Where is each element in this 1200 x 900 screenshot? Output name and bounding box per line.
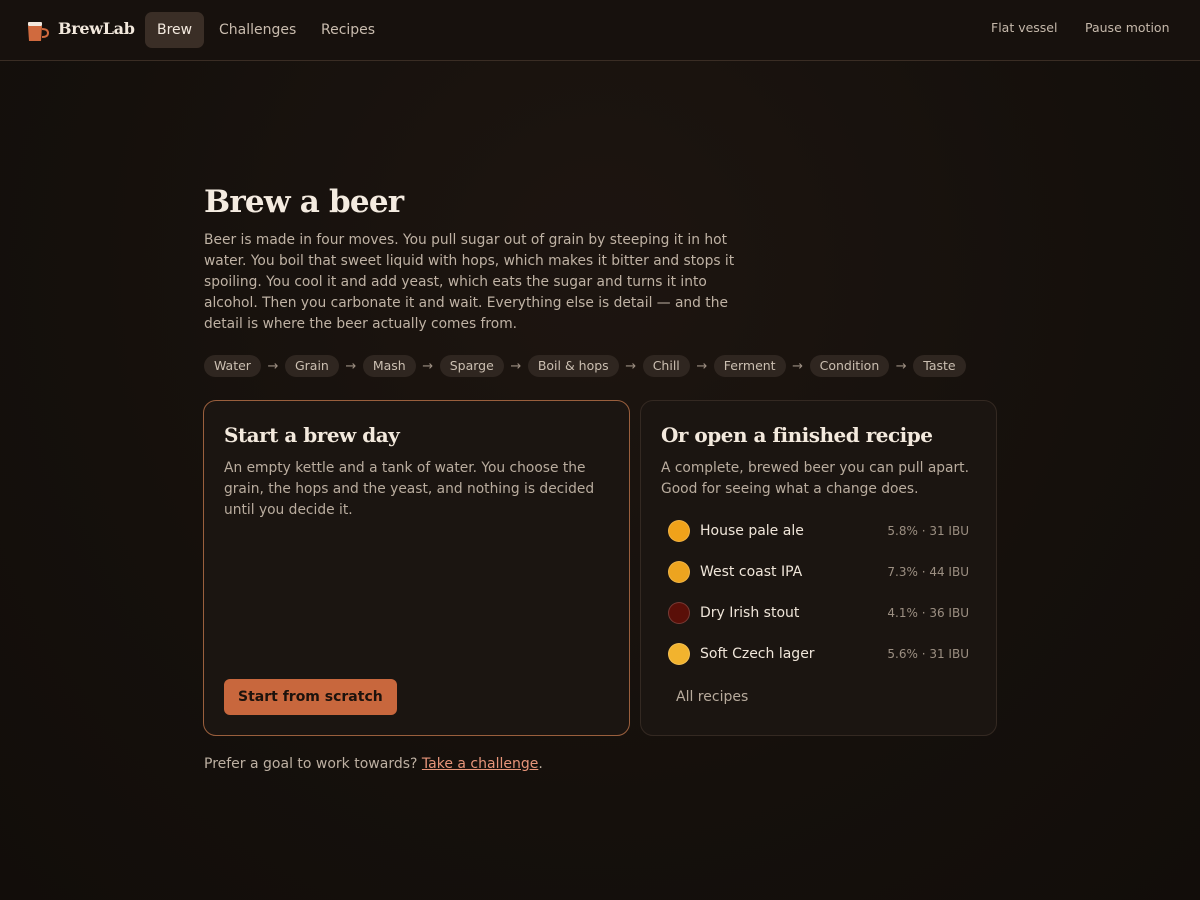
recipe-west-coast-ipa[interactable]: West coast IPA 7.3% · 44 IBU — [661, 551, 977, 592]
step-mash: Mash — [362, 355, 416, 377]
arrow-right-icon: → — [792, 358, 804, 374]
pause-motion-toggle[interactable]: Pause motion — [1085, 20, 1170, 35]
tab-recipes[interactable]: Recipes — [309, 12, 387, 48]
step-ferment: Ferment — [713, 355, 786, 377]
take-challenge-link[interactable]: Take a challenge — [422, 756, 538, 772]
brand-name[interactable]: BrewLab — [58, 19, 135, 38]
beer-mug-icon — [28, 22, 50, 41]
step-chill: Chill — [642, 355, 690, 377]
recipe-card-title: Or open a finished recipe — [661, 423, 933, 447]
beer-color-swatch — [668, 642, 690, 665]
start-brew-day-card: Start a brew day An empty kettle and a t… — [203, 400, 630, 736]
all-recipes-link[interactable]: All recipes — [676, 689, 748, 705]
recipe-stats: 4.1% · 36 IBU — [887, 605, 969, 620]
arrow-right-icon: → — [625, 358, 637, 374]
step-grain: Grain — [284, 355, 339, 377]
tab-brew[interactable]: Brew — [145, 12, 205, 48]
beer-color-swatch — [668, 601, 690, 624]
flat-vessel-toggle[interactable]: Flat vessel — [991, 20, 1057, 35]
arrow-right-icon: → — [422, 358, 434, 374]
step-sparge: Sparge — [439, 355, 504, 377]
recipe-card-description: A complete, brewed beer you can pull apa… — [661, 460, 969, 497]
arrow-right-icon: → — [696, 358, 708, 374]
brewing-steps-pipeline: Water → Grain → Mash → Sparge → Boil & h… — [204, 355, 966, 377]
tab-challenges[interactable]: Challenges — [207, 12, 308, 48]
step-taste: Taste — [913, 355, 966, 377]
step-boil-hops: Boil & hops — [527, 355, 619, 377]
arrow-right-icon: → — [895, 358, 907, 374]
step-condition: Condition — [809, 355, 890, 377]
start-card-title: Start a brew day — [224, 423, 400, 447]
page-title: Brew a beer — [204, 184, 404, 220]
beer-color-swatch — [668, 560, 690, 583]
recipe-list: House pale ale 5.8% · 31 IBU West coast … — [661, 510, 977, 674]
arrow-right-icon: → — [510, 358, 522, 374]
recipe-name: Soft Czech lager — [700, 645, 815, 662]
beer-color-swatch — [668, 519, 690, 542]
recipe-name: House pale ale — [700, 522, 804, 539]
top-navigation-bar: BrewLab Brew Challenges Recipes Flat ves… — [0, 0, 1200, 61]
recipe-name: West coast IPA — [700, 563, 803, 580]
recipe-stats: 5.6% · 31 IBU — [887, 646, 969, 661]
start-card-description: An empty kettle and a tank of water. You… — [224, 460, 595, 518]
challenge-prompt-text: Prefer a goal to work towards? — [204, 756, 422, 772]
intro-description: Beer is made in four moves. You pull sug… — [204, 232, 735, 332]
recipe-stats: 5.8% · 31 IBU — [887, 523, 969, 538]
challenge-prompt: Prefer a goal to work towards? Take a ch… — [204, 756, 543, 772]
challenge-prompt-end: . — [538, 756, 543, 772]
step-water: Water — [204, 355, 261, 377]
recipe-stats: 7.3% · 44 IBU — [887, 564, 969, 579]
recipe-dry-irish-stout[interactable]: Dry Irish stout 4.1% · 36 IBU — [661, 592, 977, 633]
arrow-right-icon: → — [267, 358, 279, 374]
arrow-right-icon: → — [345, 358, 357, 374]
finished-recipe-card: Or open a finished recipe A complete, br… — [640, 400, 997, 736]
start-from-scratch-button[interactable]: Start from scratch — [224, 679, 397, 715]
recipe-name: Dry Irish stout — [700, 604, 800, 621]
recipe-soft-czech-lager[interactable]: Soft Czech lager 5.6% · 31 IBU — [661, 633, 977, 674]
recipe-house-pale-ale[interactable]: House pale ale 5.8% · 31 IBU — [661, 510, 977, 551]
